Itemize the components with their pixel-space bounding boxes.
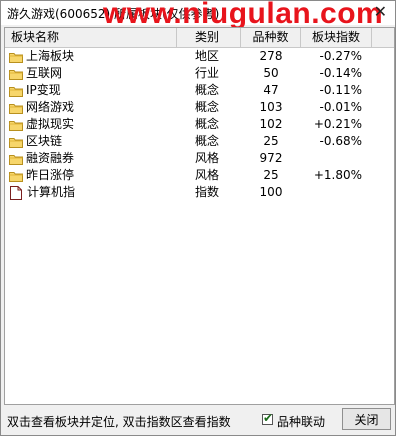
- linkage-checkbox-label[interactable]: 品种联动: [277, 413, 325, 430]
- sector-index: +1.80%: [313, 168, 362, 182]
- sector-type: 概念: [195, 100, 220, 114]
- sector-name: 网络游戏: [26, 100, 75, 114]
- checkmark-icon: ✔: [263, 411, 274, 425]
- column-header-index[interactable]: 板块指数: [301, 28, 372, 47]
- sector-table[interactable]: 板块名称 类别 品种数 板块指数 上海板块 地区 278 -0.27% 互联网 行业 50 -…: [4, 27, 395, 405]
- document-icon: [10, 185, 22, 200]
- close-button[interactable]: 关闭: [342, 408, 391, 430]
- sector-dialog: 游久游戏(600652) 所属板块(仅供参考) www.niugulan.com…: [0, 0, 396, 436]
- sector-count: 47: [263, 83, 279, 97]
- linkage-checkbox[interactable]: ✔: [262, 411, 274, 425]
- table-row[interactable]: 昨日涨停 风格 25 +1.80%: [5, 167, 394, 184]
- sector-count: 25: [263, 134, 279, 148]
- hint-text: 双击查看板块并定位, 双击指数区查看指数: [7, 415, 231, 429]
- folder-icon: [9, 136, 23, 148]
- sector-name-cell: 区块链: [5, 133, 177, 150]
- folder-icon: [9, 153, 23, 165]
- title-bar[interactable]: 游久游戏(600652) 所属板块(仅供参考) www.niugulan.com…: [1, 0, 395, 30]
- table-body: 上海板块 地区 278 -0.27% 互联网 行业 50 -0.14% IP变现 概念 47 -0.1…: [5, 48, 394, 201]
- sector-name-cell: IP变现: [5, 82, 177, 99]
- sector-name-cell: 计算机指: [5, 184, 177, 201]
- table-header: 板块名称 类别 品种数 板块指数: [5, 28, 394, 48]
- table-row[interactable]: 区块链 概念 25 -0.68%: [5, 133, 394, 150]
- sector-name: 互联网: [26, 66, 63, 80]
- sector-type: 概念: [195, 117, 220, 131]
- sector-type: 概念: [195, 134, 220, 148]
- sector-type: 地区: [195, 49, 220, 63]
- sector-name: 区块链: [26, 134, 63, 148]
- table-row[interactable]: 融资融券 风格 972: [5, 150, 394, 167]
- table-row[interactable]: 计算机指 指数 100: [5, 184, 394, 201]
- sector-name: 融资融券: [26, 151, 75, 165]
- sector-name-cell: 互联网: [5, 65, 177, 82]
- sector-count: 100: [259, 185, 283, 199]
- sector-name: 虚拟现实: [26, 117, 75, 131]
- sector-count: 25: [263, 168, 279, 182]
- folder-icon: [9, 170, 23, 182]
- column-header-count[interactable]: 品种数: [241, 28, 301, 47]
- sector-name-cell: 虚拟现实: [5, 116, 177, 133]
- folder-icon: [9, 119, 23, 131]
- sector-name: 计算机指: [27, 185, 76, 199]
- folder-icon: [9, 51, 23, 63]
- sector-type: 指数: [195, 185, 220, 199]
- sector-index: [301, 184, 372, 201]
- table-row[interactable]: 虚拟现实 概念 102 +0.21%: [5, 116, 394, 133]
- folder-icon: [9, 68, 23, 80]
- sector-index: -0.11%: [319, 83, 362, 97]
- sector-name-cell: 昨日涨停: [5, 167, 177, 184]
- sector-index: -0.27%: [319, 49, 362, 63]
- sector-count: 278: [259, 49, 283, 63]
- sector-index: -0.68%: [319, 134, 362, 148]
- close-icon[interactable]: ✕: [374, 4, 387, 20]
- folder-icon: [9, 85, 23, 97]
- sector-index: -0.14%: [319, 66, 362, 80]
- footer-bar: 双击查看板块并定位, 双击指数区查看指数 ✔ 品种联动 关闭: [1, 405, 395, 435]
- sector-name: 上海板块: [26, 49, 75, 63]
- column-header-name[interactable]: 板块名称: [5, 28, 177, 47]
- sector-name-cell: 上海板块: [5, 48, 177, 65]
- sector-count: 103: [259, 100, 283, 114]
- table-row[interactable]: 上海板块 地区 278 -0.27%: [5, 48, 394, 65]
- sector-type: 风格: [195, 168, 220, 182]
- table-row[interactable]: IP变现 概念 47 -0.11%: [5, 82, 394, 99]
- sector-index: -0.01%: [319, 100, 362, 114]
- sector-name: 昨日涨停: [26, 168, 75, 182]
- sector-index: [301, 150, 372, 167]
- sector-index: +0.21%: [313, 117, 362, 131]
- sector-type: 行业: [195, 66, 220, 80]
- sector-name-cell: 融资融券: [5, 150, 177, 167]
- sector-name-cell: 网络游戏: [5, 99, 177, 116]
- table-row[interactable]: 网络游戏 概念 103 -0.01%: [5, 99, 394, 116]
- sector-count: 972: [259, 151, 283, 165]
- column-header-type[interactable]: 类别: [177, 28, 241, 47]
- sector-count: 50: [263, 66, 279, 80]
- table-row[interactable]: 互联网 行业 50 -0.14%: [5, 65, 394, 82]
- sector-type: 风格: [195, 151, 220, 165]
- sector-count: 102: [259, 117, 283, 131]
- sector-name: IP变现: [26, 83, 61, 97]
- sector-type: 概念: [195, 83, 220, 97]
- folder-icon: [9, 102, 23, 114]
